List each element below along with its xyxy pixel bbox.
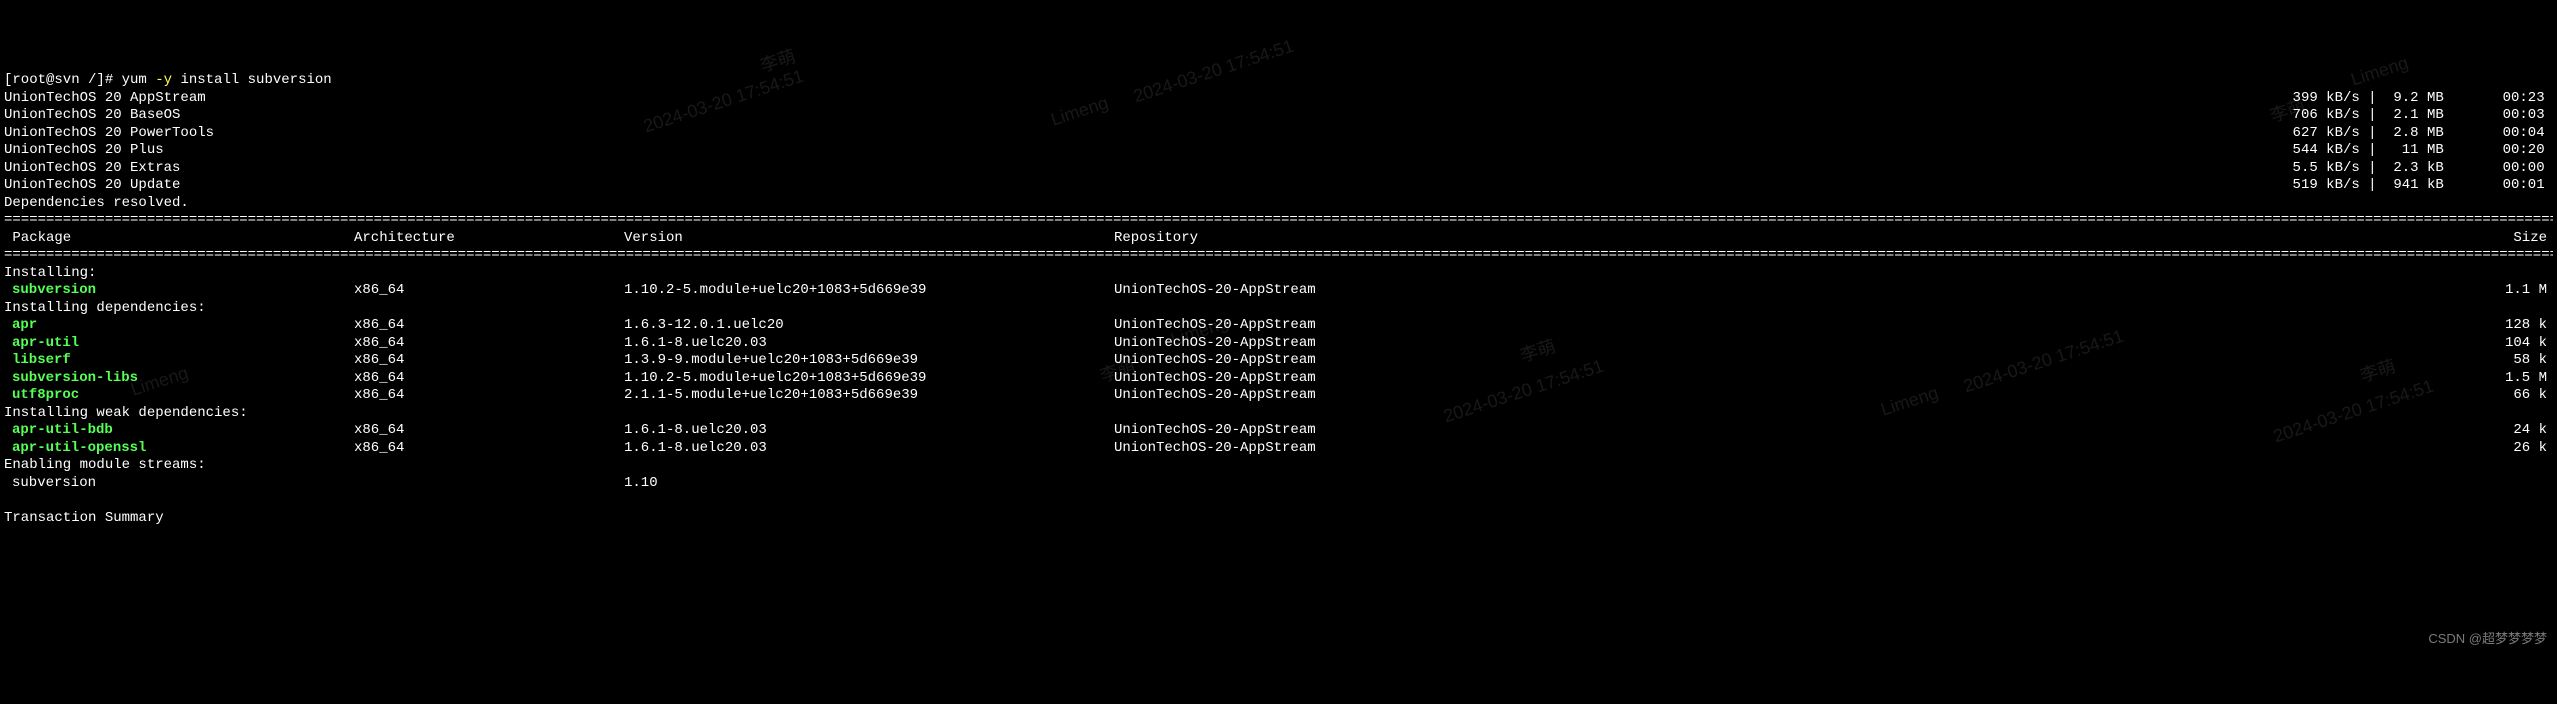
package-size (1514, 475, 2553, 493)
package-version: 1.10 (624, 475, 1114, 493)
section-installing: Installing: (4, 265, 2553, 283)
package-name: utf8proc (4, 387, 354, 405)
package-name: apr-util (4, 335, 354, 353)
package-arch: x86_64 (354, 317, 624, 335)
command-line: [root@svn /]# yum -y install subversion (4, 72, 2553, 90)
header-arch: Architecture (354, 230, 624, 248)
package-arch: x86_64 (354, 335, 624, 353)
package-name: subversion (4, 475, 354, 493)
repo-progress-line: UnionTechOS 20 Update 519 kB/s | 941 kB … (4, 177, 2553, 195)
cmd-flag: -y (155, 72, 172, 88)
package-repo (1114, 475, 1514, 493)
package-repo: UnionTechOS-20-AppStream (1114, 387, 1514, 405)
terminal-output: [root@svn /]# yum -y install subversionU… (4, 72, 2553, 527)
package-repo: UnionTechOS-20-AppStream (1114, 335, 1514, 353)
repo-progress-line: UnionTechOS 20 Plus 544 kB/s | 11 MB 00:… (4, 142, 2553, 160)
package-size: 1.5 M (1514, 370, 2553, 388)
package-row: apr-utilx86_641.6.1-8.uelc20.03UnionTech… (4, 335, 2553, 353)
package-name: apr (4, 317, 354, 335)
package-arch: x86_64 (354, 387, 624, 405)
csdn-watermark: CSDN @超梦梦梦梦 (2428, 631, 2547, 647)
package-repo: UnionTechOS-20-AppStream (1114, 422, 1514, 440)
divider-line: ========================================… (4, 247, 2553, 265)
header-repo: Repository (1114, 230, 1514, 248)
package-arch: x86_64 (354, 440, 624, 458)
package-name: libserf (4, 352, 354, 370)
repo-name: UnionTechOS 20 PowerTools (4, 125, 214, 143)
package-arch: x86_64 (354, 422, 624, 440)
package-row: libserfx86_641.3.9-9.module+uelc20+1083+… (4, 352, 2553, 370)
repo-progress-line: UnionTechOS 20 BaseOS 706 kB/s | 2.1 MB … (4, 107, 2553, 125)
package-version: 1.3.9-9.module+uelc20+1083+5d669e39 (624, 352, 1114, 370)
section-enabling-modules: Enabling module streams: (4, 457, 2553, 475)
package-version: 1.6.1-8.uelc20.03 (624, 440, 1114, 458)
package-repo: UnionTechOS-20-AppStream (1114, 317, 1514, 335)
repo-stats: 5.5 kB/s | 2.3 kB 00:00 (2284, 160, 2553, 178)
repo-stats: 706 kB/s | 2.1 MB 00:03 (2284, 107, 2553, 125)
repo-stats: 544 kB/s | 11 MB 00:20 (2284, 142, 2553, 160)
package-size: 26 k (1514, 440, 2553, 458)
package-repo: UnionTechOS-20-AppStream (1114, 352, 1514, 370)
package-row: apr-util-opensslx86_641.6.1-8.uelc20.03U… (4, 440, 2553, 458)
package-repo: UnionTechOS-20-AppStream (1114, 440, 1514, 458)
package-arch: x86_64 (354, 370, 624, 388)
package-size: 128 k (1514, 317, 2553, 335)
package-size: 66 k (1514, 387, 2553, 405)
package-version: 1.10.2-5.module+uelc20+1083+5d669e39 (624, 282, 1114, 300)
package-size: 58 k (1514, 352, 2553, 370)
header-package: Package (4, 230, 354, 248)
repo-name: UnionTechOS 20 Plus (4, 142, 164, 160)
package-arch (354, 475, 624, 493)
package-arch: x86_64 (354, 282, 624, 300)
header-version: Version (624, 230, 1114, 248)
repo-name: UnionTechOS 20 AppStream (4, 90, 206, 108)
package-row: aprx86_641.6.3-12.0.1.uelc20UnionTechOS-… (4, 317, 2553, 335)
shell-prompt: [root@svn /]# (4, 72, 122, 88)
repo-name: UnionTechOS 20 Update (4, 177, 180, 195)
repo-progress-line: UnionTechOS 20 PowerTools 627 kB/s | 2.8… (4, 125, 2553, 143)
cmd-part: yum (122, 72, 156, 88)
package-row: subversionx86_641.10.2-5.module+uelc20+1… (4, 282, 2553, 300)
section-installing-weak: Installing weak dependencies: (4, 405, 2553, 423)
repo-stats: 399 kB/s | 9.2 MB 00:23 (2284, 90, 2553, 108)
header-size: Size (1514, 230, 2553, 248)
repo-name: UnionTechOS 20 BaseOS (4, 107, 180, 125)
package-repo: UnionTechOS-20-AppStream (1114, 370, 1514, 388)
cmd-part: install subversion (172, 72, 332, 88)
package-row: subversion-libsx86_641.10.2-5.module+uel… (4, 370, 2553, 388)
package-name: apr-util-bdb (4, 422, 354, 440)
package-arch: x86_64 (354, 352, 624, 370)
package-name: apr-util-openssl (4, 440, 354, 458)
package-version: 1.6.3-12.0.1.uelc20 (624, 317, 1114, 335)
package-version: 2.1.1-5.module+uelc20+1083+5d669e39 (624, 387, 1114, 405)
package-version: 1.6.1-8.uelc20.03 (624, 422, 1114, 440)
package-name: subversion (4, 282, 354, 300)
package-row: utf8procx86_642.1.1-5.module+uelc20+1083… (4, 387, 2553, 405)
blank-line (4, 492, 2553, 510)
package-row: subversion 1.10 (4, 475, 2553, 493)
package-version: 1.10.2-5.module+uelc20+1083+5d669e39 (624, 370, 1114, 388)
deps-resolved: Dependencies resolved. (4, 195, 2553, 213)
transaction-summary: Transaction Summary (4, 510, 2553, 528)
repo-stats: 519 kB/s | 941 kB 00:01 (2284, 177, 2553, 195)
table-header: PackageArchitectureVersionRepositorySize (4, 230, 2553, 248)
package-row: apr-util-bdbx86_641.6.1-8.uelc20.03Union… (4, 422, 2553, 440)
repo-name: UnionTechOS 20 Extras (4, 160, 180, 178)
repo-progress-line: UnionTechOS 20 Extras 5.5 kB/s | 2.3 kB … (4, 160, 2553, 178)
repo-progress-line: UnionTechOS 20 AppStream 399 kB/s | 9.2 … (4, 90, 2553, 108)
package-size: 24 k (1514, 422, 2553, 440)
divider-line: ========================================… (4, 212, 2553, 230)
package-size: 104 k (1514, 335, 2553, 353)
package-name: subversion-libs (4, 370, 354, 388)
package-size: 1.1 M (1514, 282, 2553, 300)
repo-stats: 627 kB/s | 2.8 MB 00:04 (2284, 125, 2553, 143)
section-installing-deps: Installing dependencies: (4, 300, 2553, 318)
package-repo: UnionTechOS-20-AppStream (1114, 282, 1514, 300)
package-version: 1.6.1-8.uelc20.03 (624, 335, 1114, 353)
